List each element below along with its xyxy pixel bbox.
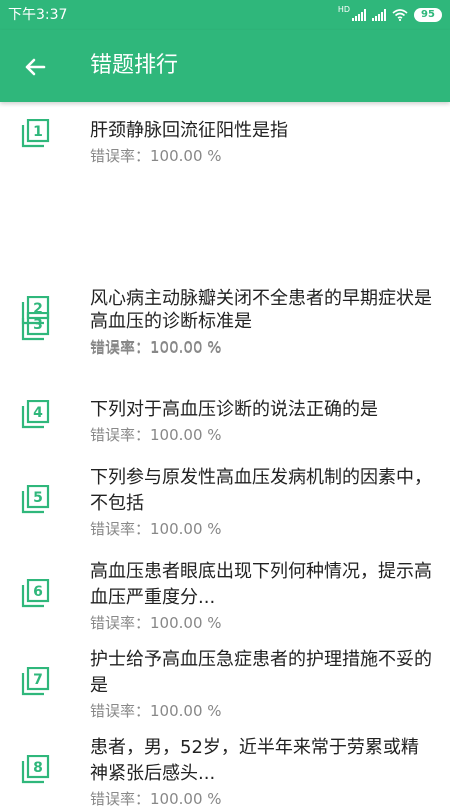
- error-rate: 错误率：100.00 %: [90, 147, 222, 165]
- wrong-question-list: 1 肝颈静脉回流征阳性是指 错误率：100.00 % 2 风心病主动脉瓣关闭不全…: [0, 102, 450, 809]
- error-rate: 错误率：100.00 %: [90, 790, 222, 808]
- error-rate: 错误率：100.00 %: [90, 702, 222, 720]
- arrow-left-icon[interactable]: [20, 52, 50, 82]
- rank-1-icon: 1: [21, 119, 50, 148]
- rank-label: 6: [33, 584, 43, 600]
- error-rate: 错误率：100.00 %: [90, 614, 222, 632]
- rank-3-icon: 3: [21, 312, 50, 341]
- status-bar: 下午3:37 HD 95: [0, 0, 450, 30]
- error-rate: 错误率：100.00 %: [90, 338, 222, 356]
- battery-icon: 95: [414, 8, 442, 22]
- network-type-label: HD: [337, 5, 350, 14]
- list-item[interactable]: 6 高血压患者眼底出现下列何种情况，提示高血压严重度分... 错误率：100.0…: [0, 545, 450, 633]
- error-rate: 错误率：100.00 %: [90, 426, 222, 444]
- question-text: 高血压的诊断标准是: [90, 311, 252, 332]
- app-bar: 错题排行: [0, 30, 450, 102]
- rank-7-icon: 7: [21, 667, 50, 696]
- list-item[interactable]: 8 患者，男，52岁，近半年来常于劳累或精神紧张后感头... 错误率：100.0…: [0, 721, 450, 809]
- rank-label: 5: [33, 490, 43, 506]
- list-item[interactable]: 5 下列参与原发性高血压发病机制的因素中，不包括 错误率：100.00 %: [0, 451, 450, 545]
- rank-label: 3: [33, 317, 43, 333]
- error-rate: 错误率：100.00 %: [90, 520, 222, 538]
- list-item[interactable]: 3 高血压的诊断标准是 错误率：100.00 %: [0, 295, 450, 383]
- rank-4-icon: 4: [21, 400, 50, 429]
- question-text: 肝颈静脉回流征阳性是指: [90, 120, 288, 141]
- question-text: 下列对于高血压诊断的说法正确的是: [90, 399, 378, 420]
- list-item[interactable]: 2 风心病主动脉瓣关闭不全患者的早期症状是 错误率：100.00 %: [0, 190, 450, 357]
- rank-label: 4: [33, 405, 43, 421]
- question-text: 下列参与原发性高血压发病机制的因素中，不包括: [90, 467, 432, 514]
- rank-label: 7: [33, 672, 43, 688]
- question-text: 护士给予高血压急症患者的护理措施不妥的是: [90, 649, 432, 696]
- list-item[interactable]: 7 护士给予高血压急症患者的护理措施不妥的是 错误率：100.00 %: [0, 633, 450, 721]
- question-text: 患者，男，52岁，近半年来常于劳累或精神紧张后感头...: [90, 737, 419, 784]
- rank-label: 8: [33, 760, 43, 776]
- rank-8-icon: 8: [21, 755, 50, 784]
- question-text: 高血压患者眼底出现下列何种情况，提示高血压严重度分...: [90, 561, 432, 608]
- rank-6-icon: 6: [21, 579, 50, 608]
- signal-icon: [352, 9, 366, 21]
- list-item[interactable]: 4 下列对于高血压诊断的说法正确的是 错误率：100.00 %: [0, 383, 450, 451]
- wifi-icon: [392, 9, 408, 21]
- list-item[interactable]: 1 肝颈静脉回流征阳性是指 错误率：100.00 %: [0, 102, 450, 190]
- page-title: 错题排行: [90, 53, 179, 78]
- status-icons: HD 95: [338, 6, 442, 24]
- status-time: 下午3:37: [8, 7, 68, 23]
- rank-label: 1: [33, 124, 43, 140]
- signal-icon-2: [372, 9, 386, 21]
- rank-5-icon: 5: [21, 485, 50, 514]
